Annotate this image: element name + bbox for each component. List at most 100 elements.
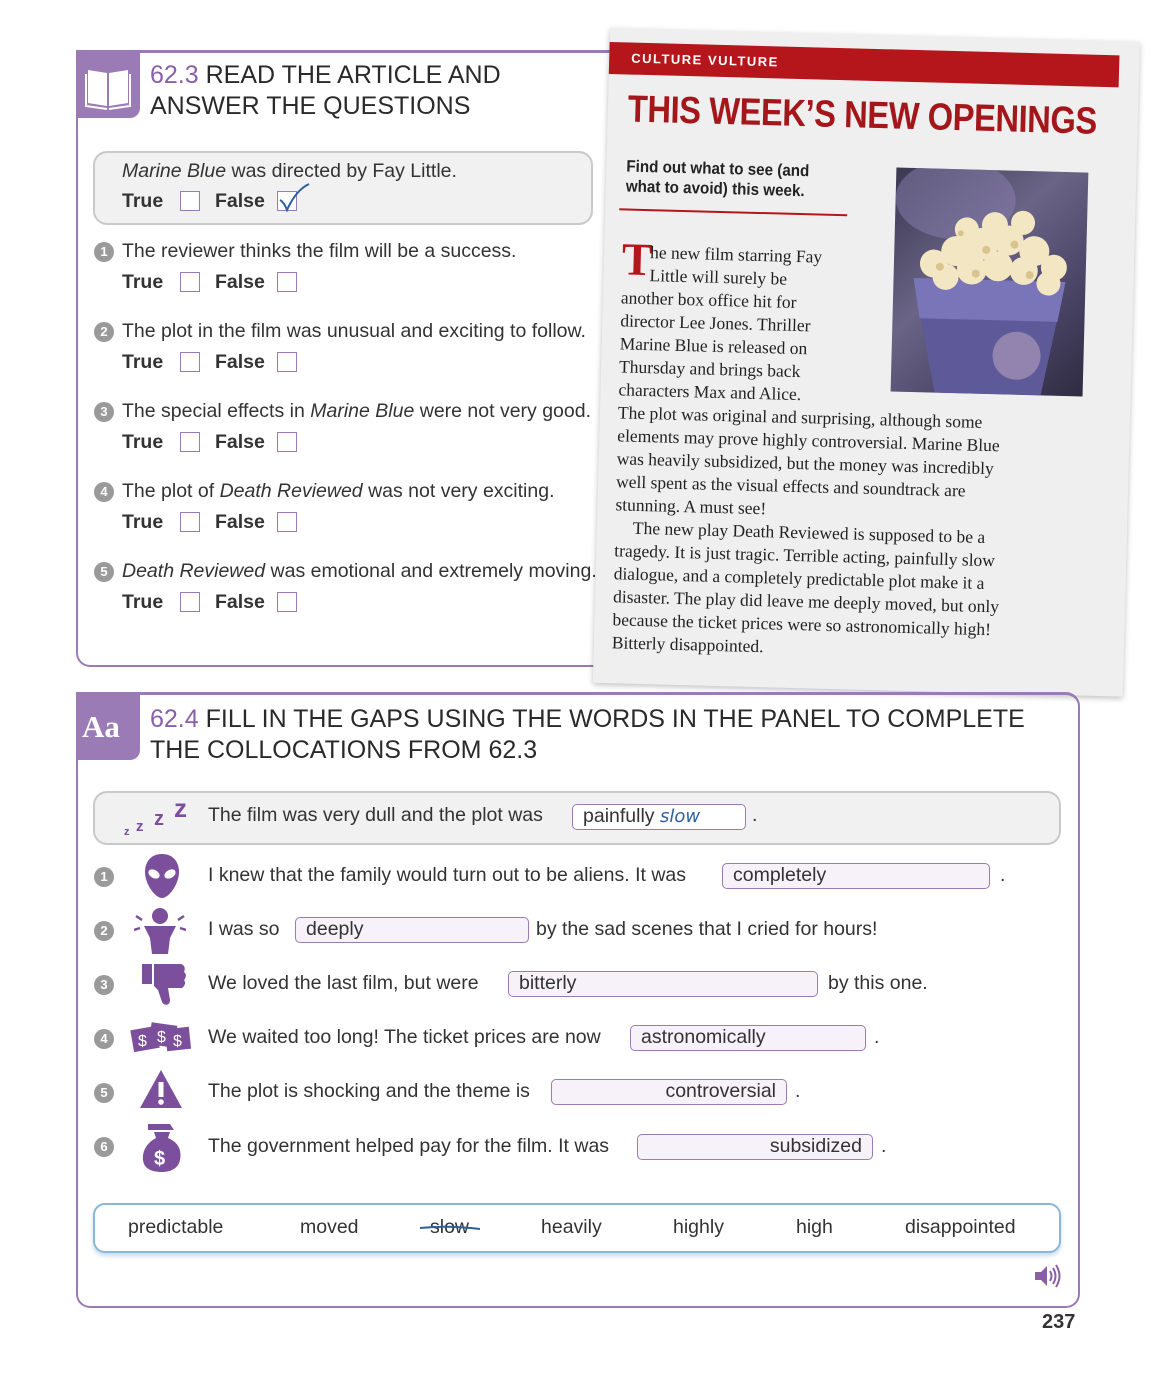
- section-62-4-title: 62.4 FILL IN THE GAPS USING THE WORDS IN…: [150, 704, 1025, 766]
- q5-false-checkbox[interactable]: [277, 592, 297, 612]
- section-62-3-title: 62.3 READ THE ARTICLE AND ANSWER THE QUE…: [150, 60, 501, 122]
- true-label: True: [122, 591, 164, 613]
- false-label: False: [215, 271, 265, 293]
- svg-text:$: $: [138, 1033, 147, 1050]
- false-label: False: [215, 351, 265, 373]
- question-1: The reviewer thinks the film will be a s…: [122, 240, 517, 262]
- money-icon: $ $ $: [130, 1022, 192, 1053]
- book-tab: [76, 50, 140, 118]
- speaker-icon[interactable]: [1032, 1263, 1062, 1289]
- warning-icon: [140, 1070, 182, 1108]
- sentence-end: .: [881, 1135, 887, 1157]
- q3-true-checkbox[interactable]: [180, 432, 200, 452]
- true-label: True: [122, 351, 164, 373]
- panel-word: disappointed: [905, 1216, 1016, 1238]
- section-number: 62.3: [150, 61, 199, 89]
- drop-cap: T: [621, 233, 654, 286]
- title-line-1: READ THE ARTICLE AND: [205, 61, 501, 89]
- thumbs-down-icon: [142, 964, 186, 1005]
- true-label: True: [122, 511, 164, 533]
- sleep-zzz-icon: z z z z: [124, 795, 187, 838]
- question-4: The plot of Death Reviewed was not very …: [122, 480, 555, 502]
- svg-text:$: $: [154, 1148, 165, 1170]
- true-label: True: [122, 431, 164, 453]
- sentence-end: by this one.: [828, 972, 928, 994]
- question-number: 4: [94, 482, 114, 502]
- q4-false-checkbox[interactable]: [277, 512, 297, 532]
- svg-text:z: z: [154, 808, 164, 830]
- money-bag-icon: $: [142, 1124, 181, 1172]
- tab-label: Aa: [82, 709, 120, 744]
- item-2-sentence: I was so: [208, 918, 280, 940]
- question-number: 3: [94, 402, 114, 422]
- item-4-gap[interactable]: astronomically: [630, 1025, 866, 1051]
- vocabulary-tab: Aa: [76, 692, 140, 760]
- item-2-gap[interactable]: deeply: [295, 917, 529, 943]
- crying-person-icon: [134, 908, 186, 954]
- svg-text:z: z: [124, 826, 130, 838]
- false-label: False: [215, 511, 265, 533]
- example-answer-gap: painfully slow: [572, 804, 746, 830]
- q3-false-checkbox[interactable]: [277, 432, 297, 452]
- item-number: 1: [94, 867, 114, 887]
- alien-icon: [145, 854, 179, 898]
- q1-false-checkbox[interactable]: [277, 272, 297, 292]
- item-5-gap[interactable]: controversial: [551, 1079, 787, 1105]
- svg-text:$: $: [173, 1033, 182, 1050]
- sentence-end: by the sad scenes that I cried for hours…: [536, 918, 878, 940]
- q5-true-checkbox[interactable]: [180, 592, 200, 612]
- panel-word: heavily: [541, 1216, 602, 1238]
- sentence-end: .: [1000, 864, 1006, 886]
- false-label: False: [215, 431, 265, 453]
- section-number: 62.4: [150, 705, 199, 733]
- example-false-label: False: [215, 190, 265, 212]
- question-3: The special effects in Marine Blue were …: [122, 400, 591, 422]
- example-true-checkbox[interactable]: [180, 191, 200, 211]
- panel-word: moved: [300, 1216, 359, 1238]
- item-6-gap[interactable]: subsidized: [637, 1134, 873, 1160]
- item-number: 3: [94, 975, 114, 995]
- sentence-end: .: [752, 804, 758, 826]
- book-icon: [85, 70, 131, 110]
- example-sentence: The film was very dull and the plot was: [208, 804, 543, 826]
- article-clipping: CULTURE VULTURE THIS WEEK’S NEW OPENINGS…: [592, 28, 1140, 697]
- panel-word: predictable: [128, 1216, 224, 1238]
- q1-true-checkbox[interactable]: [180, 272, 200, 292]
- q4-true-checkbox[interactable]: [180, 512, 200, 532]
- article-line: Bitterly disappointed.: [611, 632, 764, 657]
- item-3-gap[interactable]: bitterly: [508, 971, 818, 997]
- page-number: 237: [1042, 1311, 1076, 1333]
- strikethrough-mark: [419, 1225, 481, 1230]
- divider: [619, 208, 848, 217]
- item-number: 2: [94, 921, 114, 941]
- item-1-gap[interactable]: completely: [722, 863, 990, 889]
- title-line-2: ANSWER THE QUESTIONS: [150, 92, 471, 120]
- true-label: True: [122, 271, 164, 293]
- article-banner: CULTURE VULTURE: [608, 41, 1120, 88]
- example-true-label: True: [122, 190, 164, 212]
- article-standfirst: Find out what to see (and what to avoid)…: [625, 157, 810, 201]
- banner-label: CULTURE VULTURE: [631, 50, 780, 70]
- false-label: False: [215, 591, 265, 613]
- q2-false-checkbox[interactable]: [277, 352, 297, 372]
- sentence-end: .: [874, 1026, 880, 1048]
- title-line-2: THE COLLOCATIONS FROM 62.3: [150, 736, 538, 764]
- question-number: 2: [94, 322, 114, 342]
- panel-word: highly: [673, 1216, 724, 1238]
- item-6-sentence: The government helped pay for the film. …: [208, 1135, 610, 1157]
- checkmark-icon: [279, 183, 310, 213]
- item-number: 6: [94, 1137, 114, 1157]
- panel-word: high: [796, 1216, 833, 1238]
- question-number: 5: [94, 562, 114, 582]
- item-number: 5: [94, 1083, 114, 1103]
- question-5: Death Reviewed was emotional and extreme…: [122, 560, 597, 582]
- article-headline: THIS WEEK’S NEW OPENINGS: [627, 88, 1098, 143]
- svg-text:z: z: [136, 818, 144, 835]
- question-2: The plot in the film was unusual and exc…: [122, 320, 586, 342]
- item-1-sentence: I knew that the family would turn out to…: [208, 864, 686, 886]
- q2-true-checkbox[interactable]: [180, 352, 200, 372]
- item-3-sentence: We loved the last film, but were: [208, 972, 479, 994]
- item-number: 4: [94, 1029, 114, 1049]
- item-5-sentence: The plot is shocking and the theme is: [208, 1080, 530, 1102]
- item-4-sentence: We waited too long! The ticket prices ar…: [208, 1026, 601, 1048]
